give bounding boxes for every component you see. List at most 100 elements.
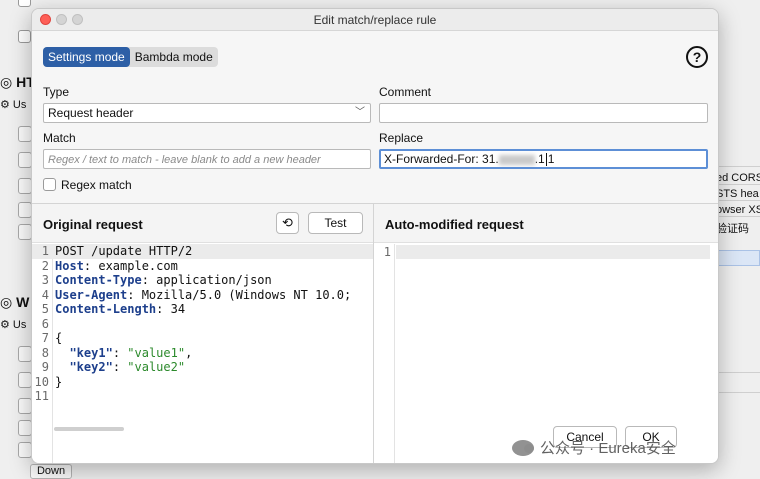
bg-section-title: ◎ HT [0,74,35,90]
code-line: 7{ [32,331,373,346]
code-line: 9 "key2": "value2" [32,360,373,375]
bg-button[interactable] [18,346,32,362]
header-name: Content-Type [55,273,142,287]
line-number: 6 [41,316,49,331]
replace-input[interactable]: X-Forwarded-For: 31. .1 1 [379,149,708,169]
code-line: 5 Content-Length: 34 [32,302,373,317]
bg-button[interactable] [18,398,32,414]
current-line-highlight [396,245,710,259]
json-value: "value1" [127,345,186,360]
code-line: 1 POST /update HTTP/2 [32,244,373,259]
horizontal-scrollbar[interactable] [54,427,124,431]
code-line: 10} [32,375,373,390]
line-number: 8 [41,345,49,360]
replace-label: Replace [379,131,424,145]
json-separator: : [112,345,128,360]
body-brace: { [55,331,63,345]
settings-mode-button[interactable]: Settings mode [43,47,130,67]
wechat-icon [512,439,534,456]
bg-button[interactable] [18,178,32,194]
bg-button[interactable] [18,420,32,436]
bg-button[interactable] [18,372,32,388]
bg-button[interactable] [18,126,32,142]
json-key: "key2" [69,360,113,374]
code-line: 11 [32,389,373,404]
bg-selected-row[interactable] [712,250,760,266]
bg-checkbox[interactable] [18,30,31,43]
line-number: 11 [34,389,49,403]
bambda-mode-button[interactable]: Bambda mode [130,47,218,67]
mode-toggle: Settings mode Bambda mode [43,47,218,67]
modified-request-editor[interactable]: 1 [374,245,710,259]
bg-divider [712,200,760,201]
bg-divider [712,392,760,393]
match-placeholder: Regex / text to match - leave blank to a… [48,154,321,166]
line-number: 10 [34,374,49,389]
code-line: 8 "key1": "value1", [32,346,373,361]
header-value: : example.com [83,258,178,273]
bg-list-item: owser XS [716,204,760,216]
type-select[interactable]: Request header ﹀ [43,103,371,123]
body-brace: } [55,374,63,389]
line-number: 9 [41,360,49,374]
original-request-header: Original request ⟲ Test [32,204,373,243]
regex-match-label: Regex match [61,178,132,192]
redacted-ip [498,154,535,165]
replace-value-prefix: X-Forwarded-For: 31. [384,152,499,166]
original-request-title: Original request [43,217,143,232]
type-select-value: Request header [48,106,134,120]
bg-button[interactable] [18,224,32,240]
bg-checkbox[interactable] [18,0,31,7]
request-panels: Original request ⟲ Test 1 POST /update HT… [32,203,718,463]
original-request-editor[interactable]: 1 POST /update HTTP/2 2 Host: example.com … [32,244,373,404]
modified-request-pane: Auto-modified request 1 [374,204,718,463]
header-name: Content-Length [55,302,157,316]
header-value: : Mozilla/5.0 (Windows NT 10.0; [127,287,352,302]
bg-list-item: 验证码 [716,223,749,235]
bg-divider [712,216,760,217]
bg-section-subtitle: ⚙ Us [0,99,27,111]
help-icon[interactable]: ? [686,46,708,68]
watermark: 公众号 · Eureka安全 [512,437,676,458]
watermark-text: 公众号 · Eureka安全 [540,440,676,457]
modified-request-header: Auto-modified request [374,204,718,243]
bg-list-item: STS hea [716,188,759,200]
comment-input[interactable] [379,103,708,123]
line-number: 7 [41,331,49,345]
test-button[interactable]: Test [308,212,363,234]
original-request-pane: Original request ⟲ Test 1 POST /update HT… [32,204,374,463]
chevron-down-icon: ﹀ [355,107,365,118]
code-line: 2 Host: example.com [32,259,373,274]
reset-icon[interactable]: ⟲ [276,212,299,234]
line-number: 2 [41,258,49,273]
gutter-divider [394,244,395,463]
type-label: Type [43,85,70,99]
bg-section-subtitle: ⚙ Us [0,319,27,331]
dialog-title: Edit match/replace rule [313,13,437,27]
line-number: 1 [41,244,49,258]
json-separator: : [112,360,128,374]
code-line: 4 User-Agent: Mozilla/5.0 (Windows NT 10.… [32,288,373,303]
bg-button[interactable] [18,152,32,168]
match-label: Match [43,131,76,145]
down-button[interactable]: Down [30,464,72,479]
json-key: "key1" [69,345,113,360]
code-line: 3 Content-Type: application/json [32,273,373,288]
line-number: 3 [41,273,49,287]
modified-request-title: Auto-modified request [385,217,524,232]
bg-list-item: ed CORS [716,172,760,184]
bg-button[interactable] [18,202,32,218]
header-value: : application/json [141,273,272,287]
text-caret [545,153,547,167]
bg-button[interactable] [18,442,32,458]
edit-rule-dialog: Edit match/replace rule Settings mode Ba… [31,8,719,464]
title-bar: Edit match/replace rule [32,9,718,31]
regex-match-checkbox[interactable] [43,178,56,191]
match-input[interactable]: Regex / text to match - leave blank to a… [43,149,371,169]
line-number: 1 [383,245,391,259]
code-line: 6 [32,317,373,332]
bg-divider [712,184,760,185]
request-line: POST /update HTTP/2 [55,244,193,258]
bg-divider [712,166,760,167]
comment-label: Comment [379,85,432,99]
